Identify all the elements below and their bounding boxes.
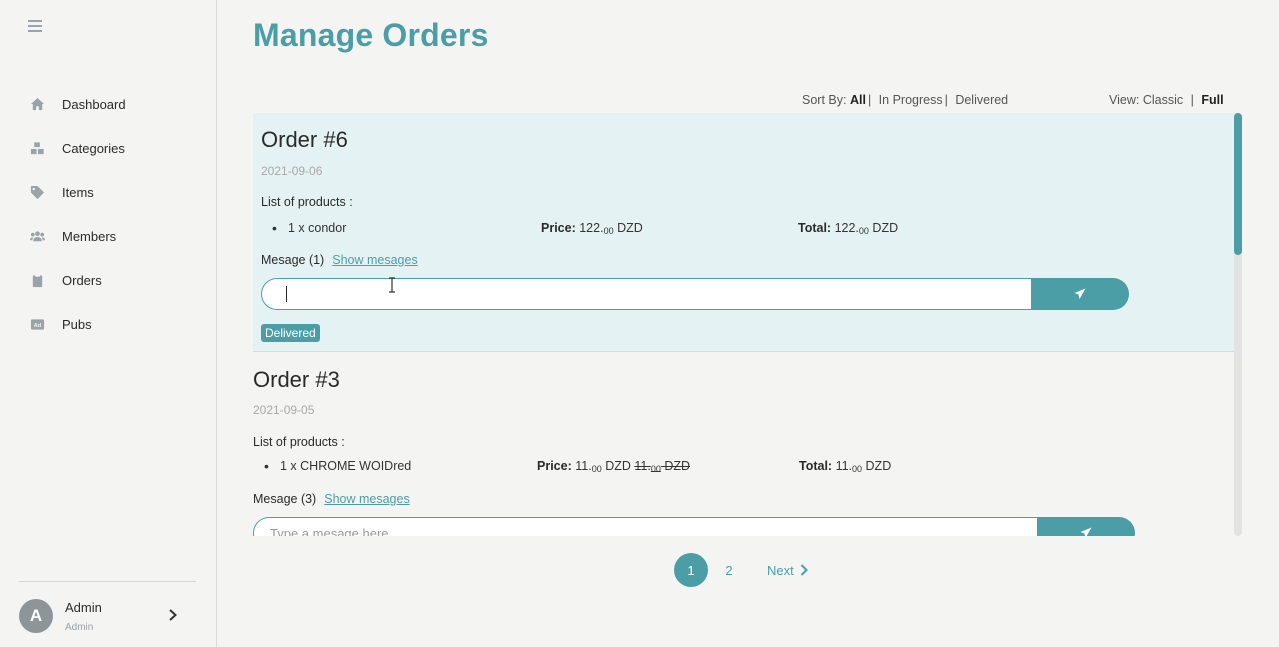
sidebar-item-pubs[interactable]: Ad Pubs	[0, 302, 216, 346]
old-price: 11.00 DZD	[634, 459, 691, 474]
chevron-right-icon	[800, 564, 808, 576]
page-button-2[interactable]: 2	[712, 553, 746, 587]
view-option-classic[interactable]: Classic	[1143, 93, 1183, 107]
order-title: Order #6	[261, 127, 348, 152]
message-count: Mesage (1)	[261, 253, 325, 267]
order-card: Order #6 2021-09-06 List of products : 1…	[253, 113, 1235, 352]
sidebar-item-label: Members	[62, 228, 117, 244]
menu-toggle-icon[interactable]	[28, 20, 42, 34]
users-icon	[29, 228, 45, 244]
page-title: Manage Orders	[253, 17, 489, 53]
view-option-full[interactable]: Full	[1201, 93, 1223, 107]
next-page-button[interactable]: Next	[767, 563, 808, 578]
message-form	[253, 517, 1135, 536]
sidebar-item-label: Categories	[62, 140, 125, 156]
scrollbar-thumb[interactable]	[1234, 113, 1242, 255]
status-badge: Delivered	[261, 324, 320, 342]
show-messages-link[interactable]: Show mesages	[324, 492, 409, 506]
orders-list[interactable]: Order #6 2021-09-06 List of products : 1…	[253, 113, 1235, 536]
sort-option-delivered[interactable]: Delivered	[955, 93, 1008, 107]
sidebar: Dashboard Categories Items Members Order…	[0, 0, 217, 647]
next-label: Next	[767, 562, 794, 578]
message-count: Mesage (3)	[253, 492, 317, 506]
sidebar-divider	[19, 581, 196, 582]
message-input[interactable]	[253, 517, 1038, 536]
chevron-right-icon[interactable]	[167, 608, 179, 622]
avatar: A	[19, 599, 53, 633]
page-button-1[interactable]: 1	[674, 553, 708, 587]
message-form	[261, 278, 1129, 310]
message-row: Mesage (3) Show mesages	[253, 492, 410, 506]
send-button[interactable]	[1031, 278, 1129, 310]
sidebar-item-label: Items	[62, 184, 94, 200]
sidebar-nav: Dashboard Categories Items Members Order…	[0, 82, 216, 346]
message-row: Mesage (1) Show mesages	[261, 253, 418, 267]
sidebar-item-label: Pubs	[62, 316, 92, 332]
products-heading: List of products :	[261, 195, 353, 209]
product-price: Price: 122.00 DZD	[541, 221, 643, 236]
user-name: Admin	[65, 600, 102, 615]
pagination: 1 2 Next	[674, 553, 808, 587]
send-icon	[1080, 527, 1092, 536]
clipboard-icon	[29, 272, 45, 288]
sort-option-in-progress[interactable]: In Progress	[879, 93, 943, 107]
order-card: Order #3 2021-09-05 List of products : 1…	[253, 352, 1235, 536]
send-icon	[1074, 288, 1086, 299]
order-date: 2021-09-05	[253, 403, 315, 417]
text-caret	[286, 286, 287, 302]
products-heading: List of products :	[253, 435, 345, 449]
show-messages-link[interactable]: Show mesages	[332, 253, 417, 267]
user-role: Admin	[65, 622, 94, 633]
sidebar-item-members[interactable]: Members	[0, 214, 216, 258]
sidebar-item-dashboard[interactable]: Dashboard	[0, 82, 216, 126]
view-label: View:	[1109, 93, 1140, 107]
svg-text:Ad: Ad	[33, 322, 41, 328]
boxes-icon	[29, 140, 45, 156]
order-total: Total: 122.00 DZD	[798, 221, 899, 236]
sort-label: Sort By:	[802, 93, 847, 107]
text-cursor-icon	[389, 277, 395, 293]
message-input[interactable]	[261, 278, 1032, 310]
sidebar-item-orders[interactable]: Orders	[0, 258, 216, 302]
order-title: Order #3	[253, 367, 340, 392]
sidebar-item-label: Orders	[62, 272, 102, 288]
product-line: 1 x CHROME WOIDred	[264, 458, 411, 474]
order-date: 2021-09-06	[261, 164, 323, 178]
sidebar-item-label: Dashboard	[62, 96, 126, 112]
sidebar-item-categories[interactable]: Categories	[0, 126, 216, 170]
order-total: Total: 11.00 DZD	[799, 459, 892, 474]
orders-scrollbar[interactable]	[1234, 113, 1242, 536]
home-icon	[29, 96, 45, 112]
user-profile[interactable]: A Admin Admin	[19, 598, 189, 638]
product-price: Price: 11.00 DZD 11.00 DZD	[537, 459, 691, 474]
sort-bar: Sort By: All | In Progress | Delivered	[802, 93, 1009, 107]
send-button[interactable]	[1037, 517, 1135, 536]
sidebar-item-items[interactable]: Items	[0, 170, 216, 214]
view-bar: View: Classic | Full	[1109, 93, 1224, 107]
tag-icon	[29, 184, 45, 200]
product-line: 1 x condor	[272, 220, 346, 236]
ad-icon: Ad	[29, 316, 45, 332]
sort-option-all[interactable]: All	[850, 93, 866, 107]
